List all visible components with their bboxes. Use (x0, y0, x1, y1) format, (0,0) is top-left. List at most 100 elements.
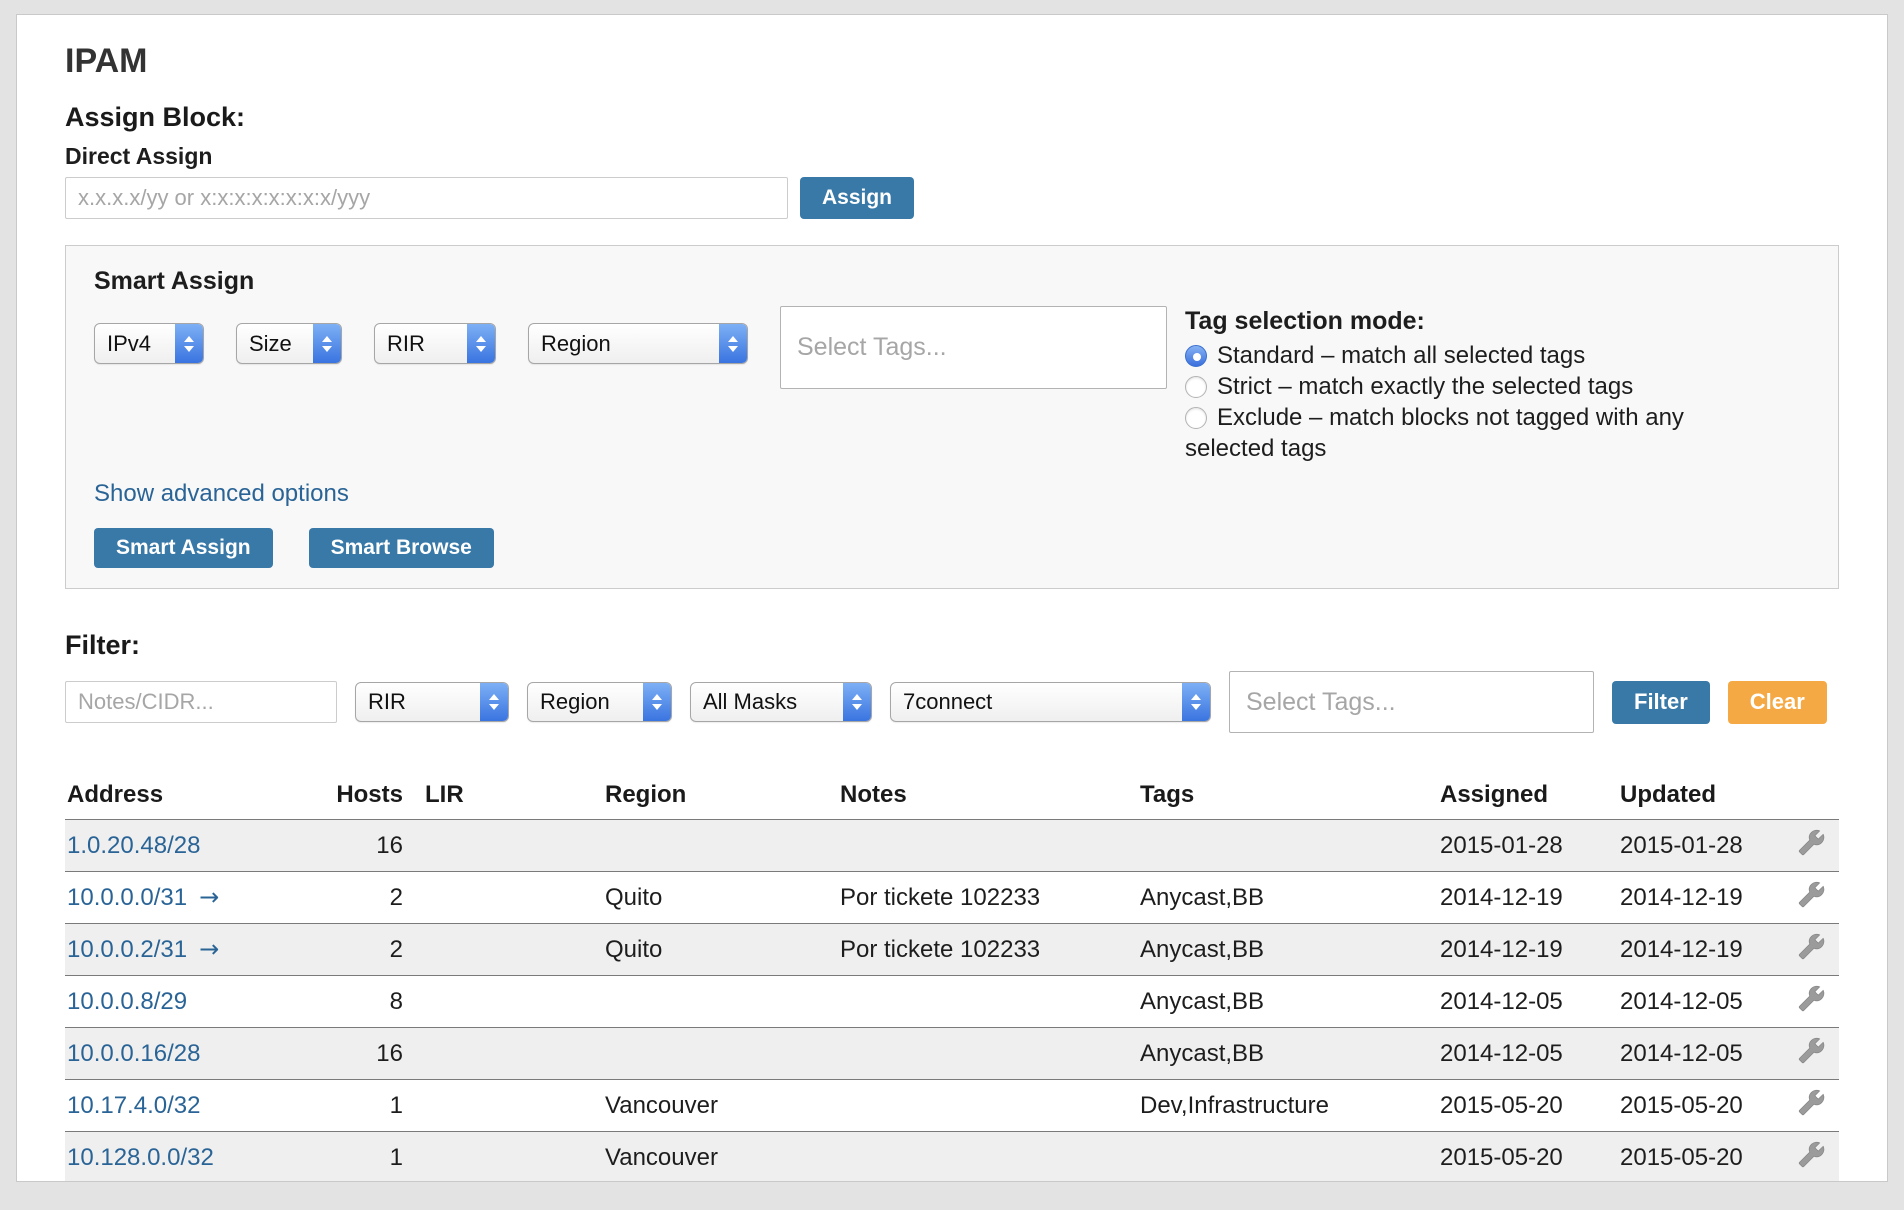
updated-cell: 2014-12-05 (1600, 1028, 1750, 1080)
address-link[interactable]: 10.0.0.8/29 (67, 988, 187, 1015)
assigned-cell: 2014-12-19 (1420, 924, 1600, 976)
hosts-cell: 2 (315, 924, 405, 976)
hosts-cell: 16 (315, 1028, 405, 1080)
address-link[interactable]: 10.128.0.0/32 (67, 1144, 214, 1171)
filter-select-rir[interactable]: RIR (355, 682, 509, 722)
select-chevrons-icon (313, 324, 341, 363)
wrench-icon[interactable] (1798, 1037, 1825, 1064)
table-header: Address Hosts LIR Region Notes Tags Assi… (65, 777, 1839, 820)
hosts-cell: 2 (315, 872, 405, 924)
tag-mode-option-exclude[interactable]: Exclude – match blocks not tagged with a… (1185, 402, 1705, 464)
notes-cell (820, 976, 1120, 1028)
smart-assign-button[interactable]: Smart Assign (94, 528, 273, 568)
select-value: Region (528, 689, 643, 715)
table-row: 10.0.0.2/31→ 2 Quito Por tickete 102233 … (65, 924, 1839, 976)
filter-notes-input[interactable] (65, 681, 337, 723)
filter-heading: Filter: (65, 629, 1839, 661)
wrench-icon[interactable] (1798, 829, 1825, 856)
address-link[interactable]: 10.0.0.16/28 (67, 1040, 200, 1067)
address-link[interactable]: 10.17.4.0/32 (67, 1092, 200, 1119)
direct-assign-input[interactable] (65, 177, 788, 219)
advanced-options-link[interactable]: Show advanced options (94, 480, 349, 508)
col-region: Region (585, 777, 820, 820)
region-cell: Vancouver (585, 1080, 820, 1132)
col-updated: Updated (1600, 777, 1750, 820)
address-arrow-icon: → (199, 935, 219, 963)
updated-cell: 2014-12-19 (1600, 872, 1750, 924)
page-title: IPAM (65, 41, 1839, 81)
region-cell: Quito (585, 924, 820, 976)
lir-cell (405, 1080, 585, 1132)
lir-cell (405, 976, 585, 1028)
lir-cell (405, 1028, 585, 1080)
radio-label: Strict – match exactly the selected tags (1217, 373, 1633, 400)
table-row: 10.17.4.0/32 1 Vancouver Dev,Infrastruct… (65, 1080, 1839, 1132)
filter-tags-input[interactable]: Select Tags... (1229, 671, 1594, 733)
lir-cell (405, 820, 585, 872)
select-value: All Masks (691, 689, 843, 715)
wrench-icon[interactable] (1798, 933, 1825, 960)
region-cell (585, 820, 820, 872)
updated-cell: 2014-12-19 (1600, 924, 1750, 976)
updated-cell: 2015-05-20 (1600, 1080, 1750, 1132)
assign-button[interactable]: Assign (800, 177, 914, 219)
notes-cell (820, 1028, 1120, 1080)
col-assigned: Assigned (1420, 777, 1600, 820)
assigned-cell: 2014-12-05 (1420, 976, 1600, 1028)
select-chevrons-icon (467, 324, 495, 363)
radio-label: Standard – match all selected tags (1217, 342, 1585, 369)
assigned-cell: 2015-05-20 (1420, 1080, 1600, 1132)
wrench-icon[interactable] (1798, 881, 1825, 908)
select-chevrons-icon (719, 324, 747, 363)
tags-placeholder: Select Tags... (1246, 688, 1396, 717)
assigned-cell: 2014-12-05 (1420, 1028, 1600, 1080)
clear-button[interactable]: Clear (1728, 681, 1827, 724)
smart-tags-input[interactable]: Select Tags... (780, 306, 1167, 389)
table-row: 10.128.0.0/32 1 Vancouver 2015-05-20 201… (65, 1132, 1839, 1183)
col-actions (1750, 777, 1839, 820)
assigned-cell: 2015-01-28 (1420, 820, 1600, 872)
region-cell (585, 976, 820, 1028)
select-value: RIR (356, 689, 480, 715)
ipam-panel: IPAM Assign Block: Direct Assign Assign … (16, 14, 1888, 1182)
smart-select-size[interactable]: Size (236, 323, 342, 364)
tags-cell: Anycast,BB (1120, 924, 1420, 976)
updated-cell: 2015-05-20 (1600, 1132, 1750, 1183)
address-arrow-icon: → (199, 883, 219, 911)
smart-browse-button[interactable]: Smart Browse (309, 528, 494, 568)
tags-cell (1120, 1132, 1420, 1183)
region-cell (585, 1028, 820, 1080)
wrench-icon[interactable] (1798, 1141, 1825, 1168)
filter-select-masks[interactable]: All Masks (690, 682, 872, 722)
select-chevrons-icon (480, 683, 508, 721)
filter-select-region[interactable]: Region (527, 682, 672, 722)
wrench-icon[interactable] (1798, 1089, 1825, 1116)
radio-button-icon (1185, 345, 1207, 367)
smart-assign-panel: Smart Assign IPv4 Size RIR Region Select… (65, 245, 1839, 589)
lir-cell (405, 924, 585, 976)
filter-row: RIR Region All Masks 7connect Select Tag… (65, 671, 1839, 733)
assign-block-heading: Assign Block: (65, 101, 1839, 133)
filter-button[interactable]: Filter (1612, 681, 1710, 724)
wrench-icon[interactable] (1798, 985, 1825, 1012)
smart-assign-buttons: Smart Assign Smart Browse (94, 528, 1810, 568)
smart-select-ip-version[interactable]: IPv4 (94, 323, 204, 364)
table-row: 10.0.0.0/31→ 2 Quito Por tickete 102233 … (65, 872, 1839, 924)
blocks-table: Address Hosts LIR Region Notes Tags Assi… (65, 777, 1839, 1182)
smart-assign-controls: IPv4 Size RIR Region Select Tags... Tag … (94, 306, 1810, 464)
tag-mode-option-standard[interactable]: Standard – match all selected tags (1185, 340, 1705, 371)
lir-cell (405, 1132, 585, 1183)
select-chevrons-icon (843, 683, 871, 721)
smart-select-region[interactable]: Region (528, 323, 748, 364)
address-link[interactable]: 10.0.0.0/31 (67, 884, 187, 911)
address-link[interactable]: 1.0.20.48/28 (67, 832, 200, 859)
direct-assign-label: Direct Assign (65, 143, 1839, 169)
col-notes: Notes (820, 777, 1120, 820)
tag-mode-option-strict[interactable]: Strict – match exactly the selected tags (1185, 371, 1705, 402)
filter-select-resource-holder[interactable]: 7connect (890, 682, 1211, 722)
smart-select-rir[interactable]: RIR (374, 323, 496, 364)
address-link[interactable]: 10.0.0.2/31 (67, 936, 187, 963)
region-cell: Vancouver (585, 1132, 820, 1183)
tags-cell: Anycast,BB (1120, 872, 1420, 924)
radio-button-icon (1185, 376, 1207, 398)
